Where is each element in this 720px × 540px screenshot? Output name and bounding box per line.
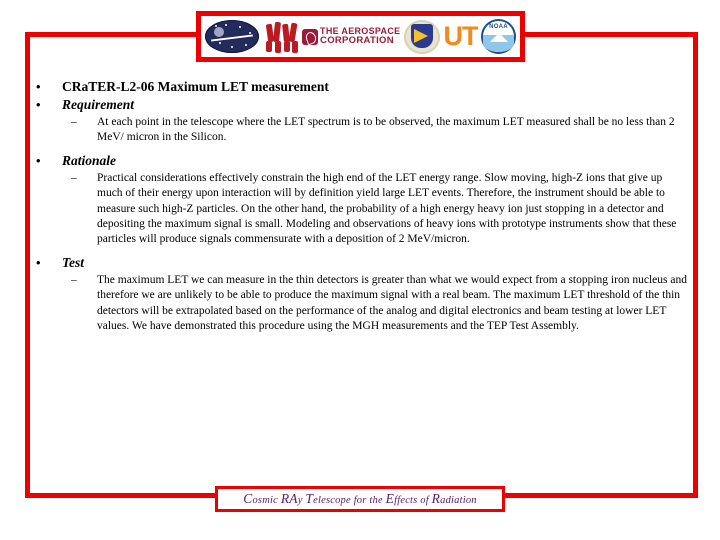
footer-text-part: T: [305, 491, 314, 506]
noaa-label: NOAA: [489, 24, 508, 30]
bullet-label: Test: [62, 254, 85, 270]
dash-glyph-icon: –: [71, 273, 77, 286]
bullet-label: Rationale: [62, 152, 117, 168]
wing-icon: [413, 28, 428, 43]
aerospace-line-2: CORPORATION: [320, 35, 394, 47]
aerospace-corporation-logo: THE AEROSPACE CORPORATION: [302, 27, 400, 46]
bullet-list: • CRaTER-L2-06 Maximum LET measurement • Re…: [33, 78, 689, 334]
sub-bullet-list: – The maximum LET we can measure in the t…: [62, 273, 689, 335]
bullet-glyph-icon: •: [36, 97, 41, 112]
bullet-glyph-icon: •: [36, 79, 41, 94]
bullet-item: • Test – The maximum LET we can measure in …: [33, 254, 689, 335]
footer-text-part: adiation: [440, 495, 477, 506]
footer-text-part: RA: [280, 491, 298, 506]
aerospace-emblem-icon: [302, 28, 319, 45]
footer-text-part: E: [385, 491, 395, 506]
sub-bullet-list: – At each point in the telescope where th…: [62, 115, 689, 146]
footer-text-part: ffects of: [394, 495, 432, 506]
footer-text-part: osmic: [252, 495, 281, 506]
bullet-item: • Requirement – At each point in the telesc…: [33, 96, 689, 146]
sub-bullet-item: – At each point in the telescope where th…: [62, 115, 689, 146]
footer-text-part: R: [431, 491, 441, 506]
noaa-logo: NOAA: [481, 19, 516, 54]
bullet-glyph-icon: •: [36, 254, 41, 270]
air-force-research-laboratory-logo: [403, 19, 440, 54]
footer-project-title: Cosmic RAy Telescope for the Effects of …: [243, 491, 476, 507]
sub-bullet-item: – Practical considerations effectively co…: [62, 171, 689, 248]
sub-bullet-list: – Practical considerations effectively co…: [62, 171, 689, 248]
noaa-bird-icon: [489, 32, 508, 42]
unh-figures-logo: [263, 20, 299, 54]
nasa-seal-logo: [205, 20, 259, 53]
bullet-label: CRaTER-L2-06 Maximum LET measurement: [62, 79, 329, 94]
bullet-item: • Rationale – Practical considerations effe…: [33, 152, 689, 248]
dash-glyph-icon: –: [71, 171, 77, 184]
partner-logos-band: THE AEROSPACE CORPORATION UT NOAA: [196, 11, 525, 62]
seal-stars-icon: [205, 20, 259, 53]
bullet-glyph-icon: •: [36, 152, 41, 168]
sub-bullet-text: At each point in the telescope where the…: [97, 116, 675, 144]
bullet-item: • CRaTER-L2-06 Maximum LET measurement: [33, 78, 689, 95]
sub-bullet-text: Practical considerations effectively con…: [97, 171, 677, 246]
bullet-label: Requirement: [62, 97, 135, 112]
sub-bullet-text: The maximum LET we can measure in the th…: [97, 273, 687, 333]
university-of-tennessee-logo: UT: [443, 21, 478, 51]
slide-body: • CRaTER-L2-06 Maximum LET measurement • Re…: [33, 78, 689, 340]
footer-banner: Cosmic RAy Telescope for the Effects of …: [215, 486, 505, 512]
sub-bullet-item: – The maximum LET we can measure in the t…: [62, 273, 689, 335]
dash-glyph-icon: –: [71, 116, 77, 128]
footer-text-part: elescope for the: [313, 495, 386, 506]
